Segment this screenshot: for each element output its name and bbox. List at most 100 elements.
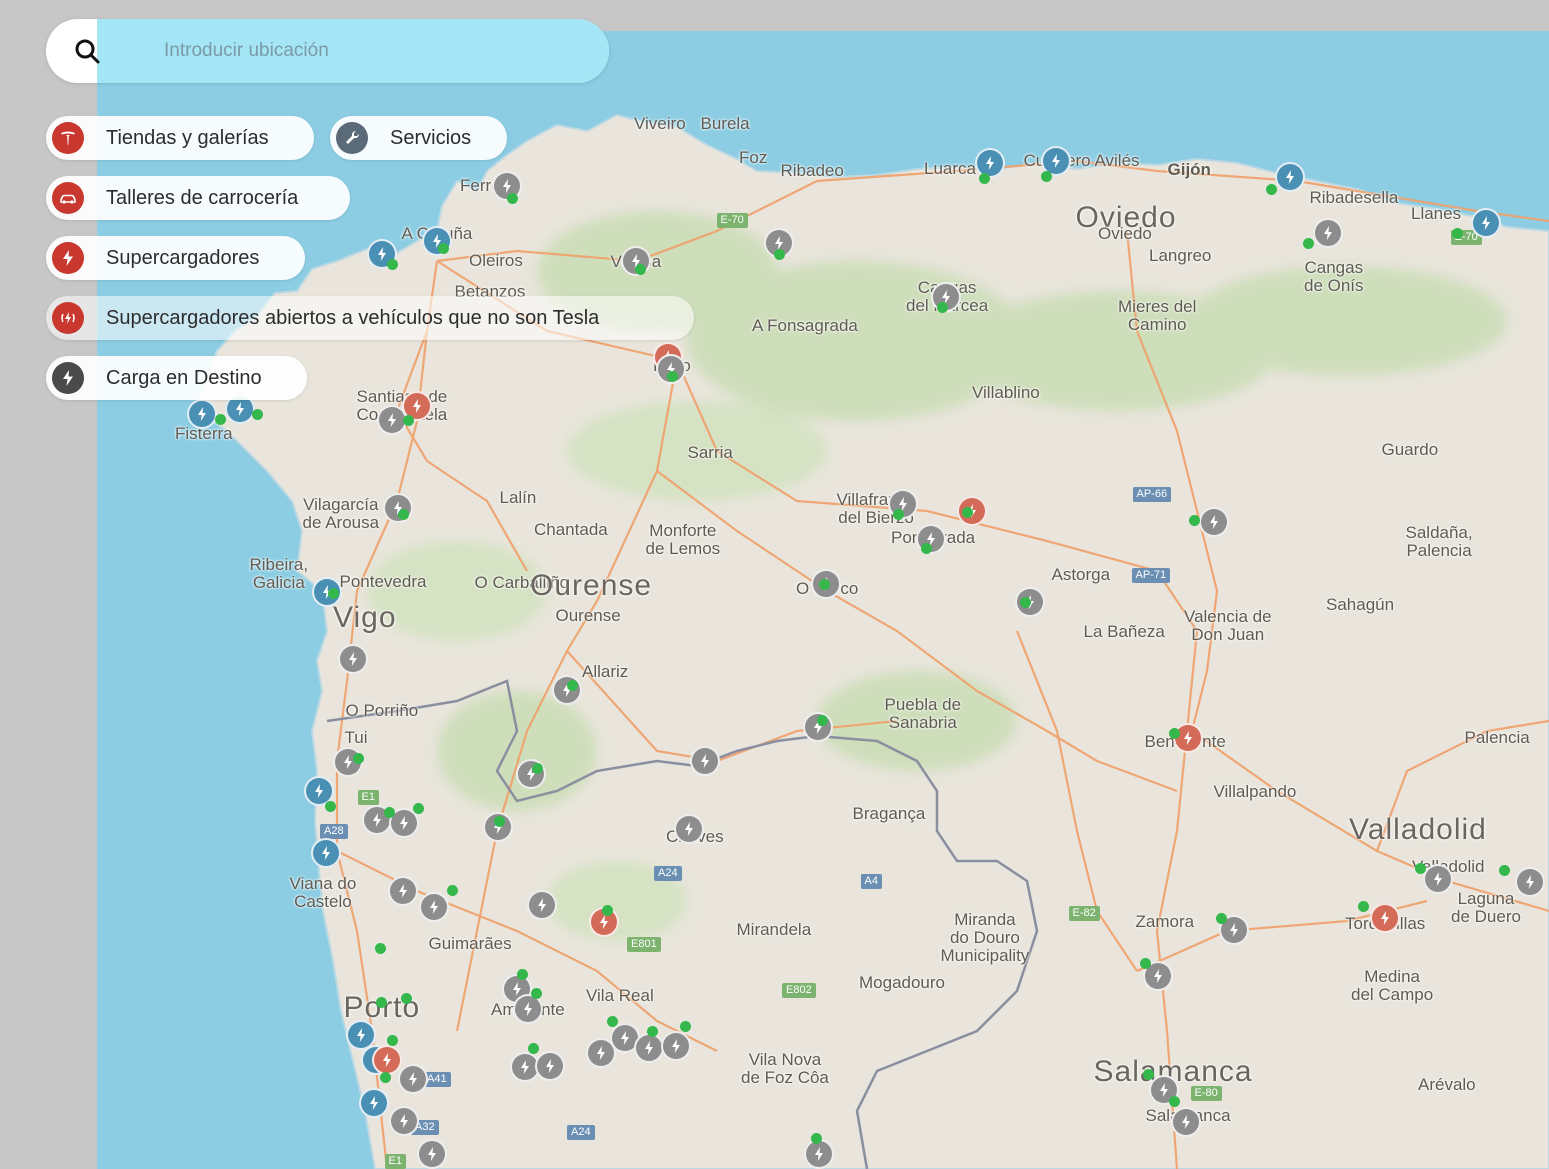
availability-dot[interactable]: [252, 409, 263, 420]
destination-charger-marker[interactable]: [419, 892, 449, 922]
availability-dot[interactable]: [401, 993, 412, 1004]
destination-charger-marker[interactable]: [1515, 867, 1545, 897]
availability-dot[interactable]: [1169, 728, 1180, 739]
destination-charger-marker[interactable]: [388, 876, 418, 906]
availability-dot[interactable]: [979, 173, 990, 184]
availability-dot[interactable]: [325, 801, 336, 812]
availability-dot[interactable]: [1020, 597, 1031, 608]
destination-charger-marker[interactable]: [398, 1064, 428, 1094]
destination-charger-marker[interactable]: [1313, 218, 1343, 248]
availability-dot[interactable]: [531, 988, 542, 999]
availability-dot[interactable]: [494, 816, 505, 827]
bolt-icon: [1210, 515, 1218, 529]
availability-dot[interactable]: [667, 371, 678, 382]
availability-dot[interactable]: [602, 905, 613, 916]
availability-dot[interactable]: [375, 943, 386, 954]
bolt-icon: [1526, 875, 1534, 889]
availability-dot[interactable]: [819, 579, 830, 590]
availability-dot[interactable]: [937, 302, 948, 313]
location-search-bar[interactable]: [46, 19, 609, 83]
availability-dot[interactable]: [647, 1026, 658, 1037]
availability-dot[interactable]: [387, 259, 398, 270]
availability-dot[interactable]: [1169, 1096, 1180, 1107]
filter-destination[interactable]: Carga en Destino: [46, 356, 307, 400]
destination-charger-marker[interactable]: [417, 1139, 447, 1169]
destination-charger-marker[interactable]: [383, 493, 413, 523]
availability-dot[interactable]: [1499, 865, 1510, 876]
destination-charger-marker[interactable]: [661, 1031, 691, 1061]
supercharger-open-marker[interactable]: [1275, 162, 1305, 192]
availability-dot[interactable]: [532, 763, 543, 774]
destination-charger-marker[interactable]: [804, 1139, 834, 1169]
search-icon[interactable]: [74, 38, 100, 64]
availability-dot[interactable]: [567, 680, 578, 691]
bolt-icon: [52, 362, 84, 394]
supercharger-marker[interactable]: [1370, 903, 1400, 933]
destination-charger-marker[interactable]: [338, 644, 368, 674]
availability-dot[interactable]: [607, 1016, 618, 1027]
availability-dot[interactable]: [447, 885, 458, 896]
availability-dot[interactable]: [635, 264, 646, 275]
availability-dot[interactable]: [1041, 171, 1052, 182]
availability-dot[interactable]: [438, 243, 449, 254]
supercharger-open-marker[interactable]: [359, 1088, 389, 1118]
availability-dot[interactable]: [811, 1133, 822, 1144]
availability-dot[interactable]: [413, 803, 424, 814]
destination-charger-marker[interactable]: [535, 1051, 565, 1081]
filter-destination-label: Carga en Destino: [106, 367, 262, 389]
bolt-icon: [645, 1041, 653, 1055]
availability-dot[interactable]: [403, 415, 414, 426]
filter-open-superchargers-label: Supercargadores abiertos a vehículos que…: [106, 307, 600, 329]
destination-charger-marker[interactable]: [389, 1106, 419, 1136]
destination-charger-marker[interactable]: [1171, 1107, 1201, 1137]
availability-dot[interactable]: [774, 249, 785, 260]
availability-dot[interactable]: [1140, 958, 1151, 969]
availability-dot[interactable]: [528, 1043, 539, 1054]
bolt-icon: [1154, 969, 1162, 983]
availability-dot[interactable]: [1266, 184, 1277, 195]
filter-superchargers[interactable]: Supercargadores: [46, 236, 305, 280]
availability-dot[interactable]: [1415, 863, 1426, 874]
availability-dot[interactable]: [215, 414, 226, 425]
availability-dot[interactable]: [1452, 228, 1463, 239]
availability-dot[interactable]: [353, 753, 364, 764]
supercharger-open-marker[interactable]: [975, 148, 1005, 178]
map-viewport[interactable]: ViveiroBurelaFozRibadeoLuarcaCudilleroAv…: [0, 0, 1549, 1169]
availability-dot[interactable]: [517, 969, 528, 980]
availability-dot[interactable]: [507, 193, 518, 204]
destination-charger-marker[interactable]: [516, 759, 546, 789]
destination-charger-marker[interactable]: [1423, 864, 1453, 894]
availability-dot[interactable]: [893, 509, 904, 520]
availability-dot[interactable]: [1216, 913, 1227, 924]
availability-dot[interactable]: [921, 543, 932, 554]
supercharger-marker[interactable]: [372, 1045, 402, 1075]
availability-dot[interactable]: [398, 509, 409, 520]
availability-dot[interactable]: [328, 588, 339, 599]
supercharger-open-marker[interactable]: [1471, 208, 1501, 238]
destination-charger-marker[interactable]: [552, 675, 582, 705]
availability-dot[interactable]: [680, 1021, 691, 1032]
availability-dot[interactable]: [962, 507, 973, 518]
availability-dot[interactable]: [1189, 515, 1200, 526]
location-search-input[interactable]: [164, 19, 584, 83]
destination-charger-marker[interactable]: [527, 890, 557, 920]
destination-charger-marker[interactable]: [1199, 507, 1229, 537]
availability-dot[interactable]: [817, 715, 828, 726]
availability-dot[interactable]: [384, 807, 395, 818]
availability-dot[interactable]: [376, 997, 387, 1008]
availability-dot[interactable]: [1303, 238, 1314, 249]
availability-dot[interactable]: [1358, 901, 1369, 912]
bolt-icon: [52, 242, 84, 274]
availability-dot[interactable]: [387, 1035, 398, 1046]
availability-dot[interactable]: [1143, 1069, 1154, 1080]
filter-open-superchargers[interactable]: Supercargadores abiertos a vehículos que…: [46, 296, 694, 340]
filter-service[interactable]: Servicios: [330, 116, 507, 160]
destination-charger-marker[interactable]: [674, 814, 704, 844]
filter-bodyshop[interactable]: Talleres de carrocería: [46, 176, 350, 220]
supercharger-open-marker[interactable]: [187, 399, 217, 429]
supercharger-open-marker[interactable]: [311, 838, 341, 868]
destination-charger-marker[interactable]: [634, 1033, 664, 1063]
availability-dot[interactable]: [380, 1072, 391, 1083]
destination-charger-marker[interactable]: [690, 746, 720, 776]
filter-stores[interactable]: Tiendas y galerías: [46, 116, 314, 160]
